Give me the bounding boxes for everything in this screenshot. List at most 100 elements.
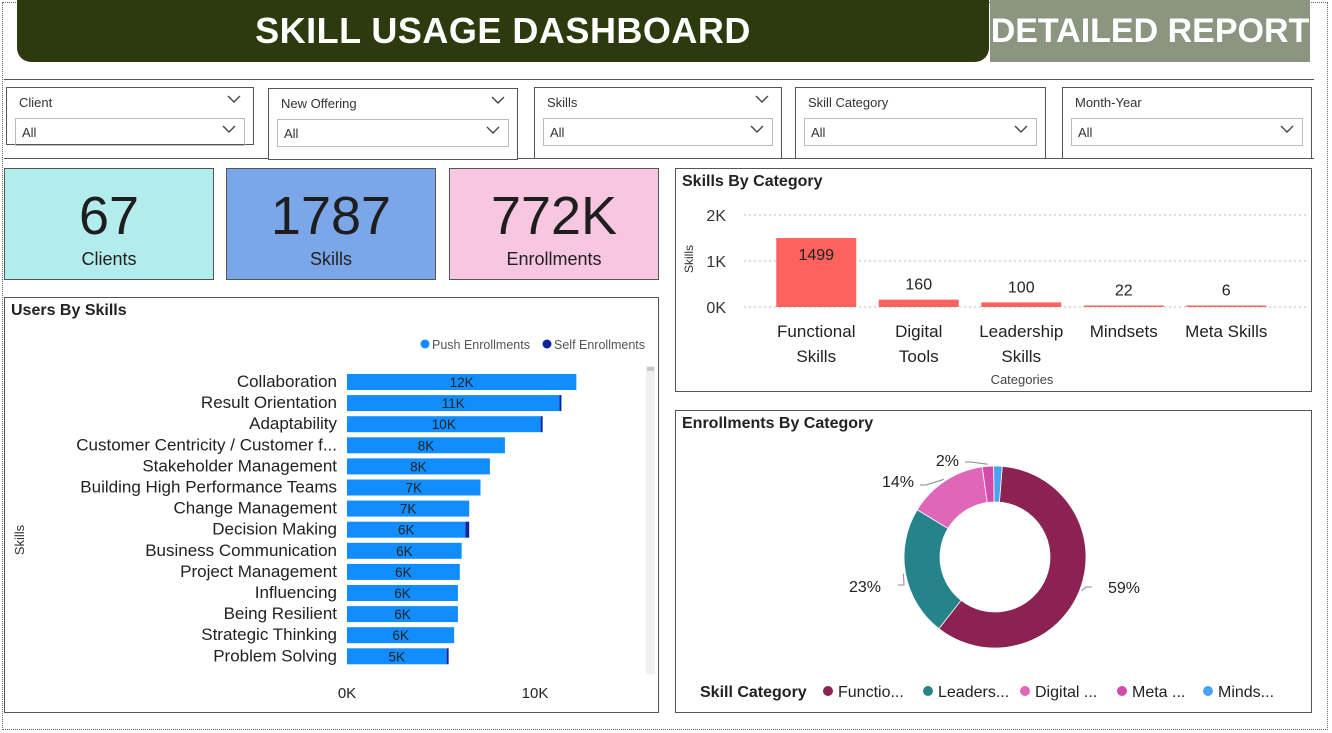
data-label: 11K (442, 396, 465, 411)
scrollbar-thumb[interactable] (647, 367, 654, 371)
category-label: Project Management (180, 562, 337, 581)
detailed-report-button[interactable]: DETAILED REPORT (990, 0, 1310, 62)
filter-value: All (550, 124, 565, 140)
filter-skill-category[interactable]: Skill Category All (795, 87, 1046, 159)
category-label: Problem Solving (213, 646, 337, 665)
y-tick-label: 2K (706, 208, 726, 225)
chevron-down-icon[interactable] (491, 94, 505, 108)
data-label: 6K (396, 544, 413, 559)
enrollments-by-category-chart: 59% 23% 14% 2% Skill Category Functio... Leade… (700, 453, 1274, 701)
category-bar[interactable] (981, 302, 1062, 307)
skills-by-category-panel: Skills By Category 2K 1K 0K Skills 1499 Funct… (675, 168, 1312, 392)
category-label: Result Orientation (201, 393, 337, 412)
data-label: 22 (1115, 283, 1133, 300)
scrollbar-track[interactable] (646, 366, 655, 674)
chevron-down-icon[interactable] (222, 123, 236, 137)
filter-value: All (1078, 124, 1093, 140)
leader-line (965, 461, 988, 465)
data-label: 6K (392, 628, 409, 643)
data-label: 10K (432, 417, 456, 432)
kpi-card-skills: 1787 Skills (226, 168, 436, 280)
data-label: 6K (398, 523, 415, 538)
x-tick-label: Skills (796, 347, 836, 366)
data-label: 8K (418, 438, 435, 453)
chevron-down-icon[interactable] (755, 93, 769, 107)
category-bar[interactable] (1186, 305, 1267, 308)
category-label: Building High Performance Teams (80, 478, 337, 497)
legend-marker[interactable] (823, 686, 833, 696)
filter-select[interactable]: All (15, 118, 245, 146)
kpi-value: 772K (490, 185, 618, 246)
leader-line (1081, 586, 1092, 592)
x-tick-label: Functional (777, 322, 855, 341)
x-axis-label: Categories (991, 372, 1054, 387)
data-label: 7K (400, 502, 417, 517)
kpi-caption: Enrollments (506, 248, 602, 269)
filter-label: Month-Year (1075, 95, 1142, 110)
y-axis-label: Skills (682, 245, 696, 273)
category-bar[interactable] (878, 299, 959, 307)
filter-value: All (22, 124, 37, 140)
bar-self[interactable] (540, 416, 543, 433)
filter-client[interactable]: Client All (6, 87, 254, 146)
legend-marker[interactable] (923, 686, 933, 696)
category-label: Influencing (255, 583, 337, 602)
legend-label[interactable]: Leaders... (938, 684, 1009, 701)
kpi-caption: Clients (81, 248, 137, 269)
x-tick-label: Tools (899, 347, 939, 366)
kpi-card-enrollments: 772K Enrollments (449, 168, 659, 280)
category-label: Change Management (173, 499, 337, 518)
data-label: 7K (405, 481, 422, 496)
slice-label: 23% (849, 579, 881, 596)
data-label: 8K (410, 459, 427, 474)
users-by-skills-chart: Push Enrollments Self Enrollments Skills Co… (12, 338, 655, 702)
bar-self[interactable] (446, 648, 449, 665)
legend-label[interactable]: Meta ... (1132, 684, 1185, 701)
bar-self[interactable] (465, 521, 470, 538)
legend-marker[interactable] (1203, 686, 1213, 696)
data-label: 1499 (798, 247, 834, 264)
legend-marker[interactable] (1117, 686, 1127, 696)
filter-value: All (811, 124, 826, 140)
filter-select[interactable]: All (804, 118, 1037, 146)
chevron-down-icon[interactable] (750, 123, 764, 137)
legend-label[interactable]: Functio... (838, 684, 904, 701)
legend-marker-push (420, 339, 430, 349)
x-tick-label: 10K (522, 685, 549, 702)
divider (4, 79, 1314, 80)
chevron-down-icon[interactable] (1014, 123, 1028, 137)
filter-month-year[interactable]: Month-Year All (1062, 87, 1312, 159)
bar-self[interactable] (559, 395, 562, 412)
filter-new-offering[interactable]: New Offering All (268, 88, 518, 160)
data-label: 5K (389, 649, 406, 664)
slice-label: 59% (1108, 580, 1140, 597)
donut-slice[interactable] (903, 509, 962, 630)
filter-label: Skill Category (808, 95, 889, 110)
category-bar[interactable] (1083, 305, 1164, 308)
x-tick-label: Digital (895, 322, 942, 341)
legend-label-self: Self Enrollments (554, 338, 645, 352)
data-label: 160 (905, 277, 932, 294)
legend-label[interactable]: Digital ... (1035, 684, 1097, 701)
x-tick-label: Mindsets (1090, 322, 1158, 341)
filter-select[interactable]: All (543, 118, 773, 146)
legend-title: Skill Category (700, 684, 807, 701)
filter-select[interactable]: All (1071, 118, 1303, 146)
data-label: 6 (1222, 283, 1231, 300)
filter-value: All (284, 125, 299, 141)
chevron-down-icon[interactable] (486, 124, 500, 138)
legend-label[interactable]: Minds... (1218, 684, 1274, 701)
filter-skills[interactable]: Skills All (534, 87, 782, 159)
slice-label: 2% (936, 453, 959, 470)
category-label: Customer Centricity / Customer f... (76, 435, 337, 454)
data-label: 12K (450, 375, 474, 390)
legend-marker[interactable] (1020, 686, 1030, 696)
chevron-down-icon[interactable] (1280, 123, 1294, 137)
enrollments-by-category-panel: Enrollments By Category 59% 23% 14% 2% Skill… (675, 410, 1312, 713)
category-label: Strategic Thinking (201, 625, 337, 644)
x-tick-label: Skills (1001, 347, 1041, 366)
skills-by-category-chart: 2K 1K 0K Skills 1499 Functional Skills 160 Digit… (682, 208, 1306, 387)
filter-select[interactable]: All (277, 119, 509, 147)
chevron-down-icon[interactable] (227, 93, 241, 107)
y-tick-label: 1K (706, 254, 726, 271)
